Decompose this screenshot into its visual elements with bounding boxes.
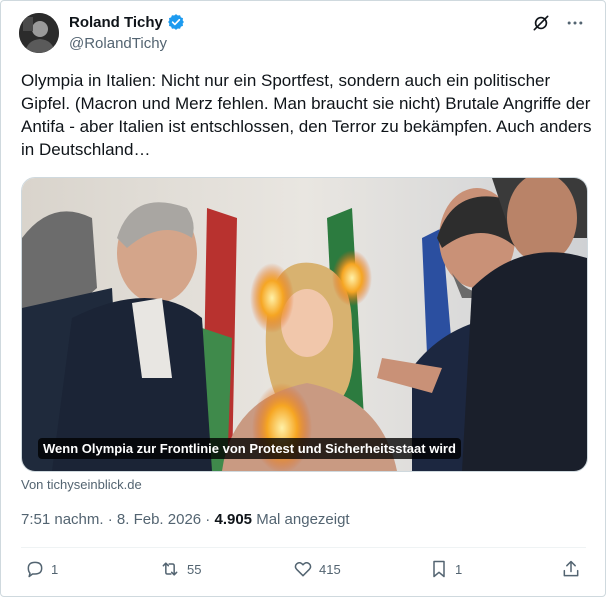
view-count: 4.905: [214, 511, 253, 528]
meta-separator: ·: [201, 511, 215, 528]
heart-icon: [293, 559, 313, 579]
repost-count: 55: [187, 561, 202, 577]
bookmark-button[interactable]: 1: [429, 559, 462, 579]
like-button[interactable]: 415: [293, 559, 341, 579]
tweet-card: Roland Tichy @RolandTichy Olympia in Ita…: [0, 0, 606, 597]
reply-icon: [25, 559, 45, 579]
action-bar: 1 55 415 1: [21, 559, 586, 585]
views-label: Mal angezeigt: [252, 511, 350, 528]
reply-button[interactable]: 1: [25, 559, 58, 579]
tweet-time[interactable]: 7:51 nachm.: [21, 511, 104, 528]
avatar-photo: [19, 13, 59, 53]
bookmark-count: 1: [455, 561, 463, 577]
avatar[interactable]: [19, 13, 59, 53]
link-source[interactable]: Von tichyseinblick.de: [21, 477, 142, 492]
bookmark-icon: [429, 559, 449, 579]
media-image[interactable]: Wenn Olympia zur Frontlinie von Protest …: [21, 177, 588, 472]
grok-icon[interactable]: [531, 13, 551, 33]
share-button[interactable]: [561, 559, 581, 579]
author-display-name[interactable]: Roland Tichy: [69, 14, 163, 31]
repost-icon: [159, 559, 181, 579]
meta-separator: ·: [103, 511, 117, 528]
media-caption: Wenn Olympia zur Frontlinie von Protest …: [38, 438, 461, 459]
tweet-date[interactable]: 8. Feb. 2026: [117, 511, 201, 528]
more-options-icon[interactable]: [565, 13, 585, 33]
tweet-text: Olympia in Italien: Nicht nur ein Sportf…: [21, 71, 592, 159]
media-photo: [22, 178, 587, 471]
tweet-meta: 7:51 nachm. · 8. Feb. 2026 · 4.905 Mal a…: [21, 511, 350, 528]
repost-button[interactable]: 55: [159, 559, 201, 579]
author-name-row[interactable]: Roland Tichy: [69, 13, 185, 31]
like-count: 415: [319, 561, 341, 577]
share-icon: [561, 559, 581, 579]
top-actions: [531, 13, 585, 33]
verified-badge-icon[interactable]: [167, 13, 185, 31]
reply-count: 1: [51, 561, 59, 577]
author-handle[interactable]: @RolandTichy: [69, 35, 167, 52]
divider: [21, 547, 586, 548]
